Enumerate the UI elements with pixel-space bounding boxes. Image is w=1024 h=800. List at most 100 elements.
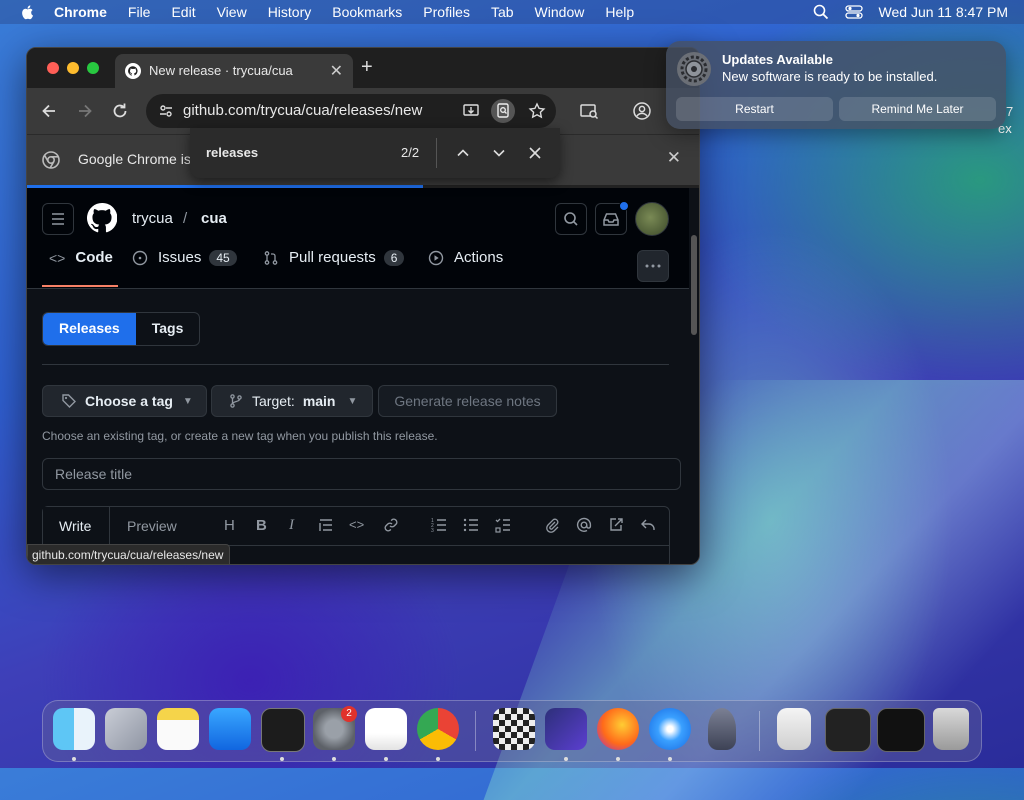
code-icon[interactable]: <> — [349, 517, 365, 533]
minimized-window-1-icon[interactable] — [825, 708, 871, 752]
new-tab-button[interactable]: + — [361, 56, 373, 79]
reload-button[interactable] — [110, 101, 130, 121]
back-button[interactable] — [39, 101, 59, 121]
dock: 2 — [42, 700, 982, 762]
site-info-icon[interactable] — [158, 103, 174, 119]
link-icon[interactable] — [383, 517, 399, 533]
find-next-icon[interactable] — [491, 145, 507, 161]
releases-tags-toggle: Releases Tags — [42, 312, 201, 346]
launchpad-icon[interactable] — [105, 708, 147, 750]
running-indicator — [436, 757, 440, 761]
github-logo-icon[interactable] — [87, 203, 117, 233]
app-store-icon[interactable] — [209, 708, 251, 750]
remind-me-later-button[interactable]: Remind Me Later — [839, 97, 996, 121]
chess-icon[interactable] — [493, 708, 535, 750]
tab-pull-requests[interactable]: Pull requests 6 — [263, 249, 405, 266]
menu-history[interactable]: History — [268, 4, 312, 20]
cross-reference-icon[interactable] — [608, 517, 624, 533]
svg-text:3: 3 — [431, 528, 434, 533]
menu-view[interactable]: View — [217, 4, 247, 20]
hamburger-menu-button[interactable] — [42, 203, 74, 235]
chrome-icon[interactable] — [417, 708, 459, 750]
inbox-notifications-button[interactable] — [595, 201, 629, 235]
address-bar[interactable]: github.com/trycua/cua/releases/new — [146, 94, 556, 128]
trash-icon[interactable] — [933, 708, 969, 750]
profile-icon[interactable] — [631, 100, 653, 122]
rocket-icon[interactable] — [708, 708, 736, 750]
textedit-icon[interactable] — [365, 708, 407, 750]
terminal-icon[interactable] — [261, 708, 305, 752]
tab-actions[interactable]: Actions — [428, 249, 503, 266]
releases-tab[interactable]: Releases — [43, 313, 136, 345]
notes-icon[interactable] — [157, 708, 199, 750]
notification-body: New software is ready to be installed. — [722, 69, 938, 84]
menu-tab[interactable]: Tab — [491, 4, 514, 20]
menu-window[interactable]: Window — [535, 4, 585, 20]
forward-button[interactable] — [75, 101, 95, 121]
find-close-icon[interactable] — [527, 145, 543, 161]
menu-profiles[interactable]: Profiles — [423, 4, 470, 20]
install-app-icon[interactable] — [462, 102, 480, 120]
running-indicator — [384, 757, 388, 761]
menu-edit[interactable]: Edit — [171, 4, 195, 20]
firefox-icon[interactable] — [597, 708, 639, 750]
control-center-icon[interactable] — [844, 4, 863, 20]
issue-opened-icon — [132, 250, 148, 265]
menu-app-name[interactable]: Chrome — [54, 4, 107, 20]
bookmark-star-icon[interactable] — [528, 102, 546, 120]
close-window-button[interactable] — [47, 62, 59, 74]
minimized-window-2-icon[interactable] — [877, 708, 925, 752]
paperclip-icon[interactable] — [544, 517, 560, 533]
unordered-list-icon[interactable] — [463, 517, 479, 533]
restart-button[interactable]: Restart — [676, 97, 833, 121]
software-update-notification[interactable]: Updates Available New software is ready … — [666, 41, 1006, 129]
quote-icon[interactable] — [318, 517, 334, 533]
tags-tab[interactable]: Tags — [136, 313, 200, 345]
search-button[interactable] — [555, 203, 587, 235]
more-tabs-button[interactable] — [637, 250, 669, 282]
avatar[interactable] — [635, 202, 669, 236]
browser-tab-active[interactable]: New release · trycua/cua ✕ — [115, 54, 353, 88]
infobar-close-icon[interactable]: ✕ — [667, 148, 681, 168]
preview-tab[interactable]: Preview — [127, 518, 177, 534]
release-title-input[interactable] — [42, 458, 681, 490]
finder-icon[interactable] — [53, 708, 95, 750]
menu-help[interactable]: Help — [605, 4, 634, 20]
safari-icon[interactable] — [649, 708, 691, 750]
heading-icon[interactable]: H — [224, 517, 235, 534]
menu-bookmarks[interactable]: Bookmarks — [332, 4, 402, 20]
ordered-list-icon[interactable]: 123 — [431, 517, 447, 533]
choose-tag-button[interactable]: Choose a tag ▼ — [42, 385, 207, 417]
tab-issues[interactable]: Issues 45 — [132, 249, 237, 266]
reply-icon[interactable] — [640, 517, 656, 533]
bold-icon[interactable]: B — [256, 517, 272, 534]
github-page: trycua / cua <> Code Issues 45 Pull requ… — [27, 188, 699, 564]
menu-file[interactable]: File — [128, 4, 151, 20]
repo-owner-link[interactable]: trycua — [132, 210, 173, 227]
unread-notification-dot — [619, 201, 629, 211]
page-scrollbar[interactable] — [691, 235, 697, 335]
mention-icon[interactable] — [576, 517, 592, 533]
shortcuts-icon[interactable] — [545, 708, 587, 750]
write-tab[interactable]: Write — [43, 507, 110, 545]
target-branch-button[interactable]: Target: main ▼ — [211, 385, 373, 417]
italic-icon[interactable]: I — [289, 517, 305, 533]
menubar-clock[interactable]: Wed Jun 11 8:47 PM — [879, 4, 1008, 20]
preview-document-icon[interactable] — [777, 708, 811, 750]
running-indicator — [668, 757, 672, 761]
tab-code[interactable]: <> Code — [49, 249, 113, 266]
spotlight-search-icon[interactable] — [813, 4, 829, 20]
tab-search-icon[interactable] — [578, 100, 600, 122]
minimize-window-button[interactable] — [67, 62, 79, 74]
find-previous-icon[interactable] — [455, 145, 471, 161]
repo-name-link[interactable]: cua — [201, 210, 227, 227]
find-in-page-active-icon[interactable] — [491, 99, 515, 123]
zoom-window-button[interactable] — [87, 62, 99, 74]
generate-release-notes-button[interactable]: Generate release notes — [378, 385, 557, 417]
apple-icon[interactable] — [20, 4, 36, 20]
dock-separator — [475, 711, 476, 751]
task-list-icon[interactable] — [495, 517, 511, 533]
tag-hint-text: Choose an existing tag, or create a new … — [42, 429, 438, 443]
close-tab-icon[interactable]: ✕ — [330, 61, 343, 81]
find-query-input[interactable]: releases — [206, 145, 258, 160]
